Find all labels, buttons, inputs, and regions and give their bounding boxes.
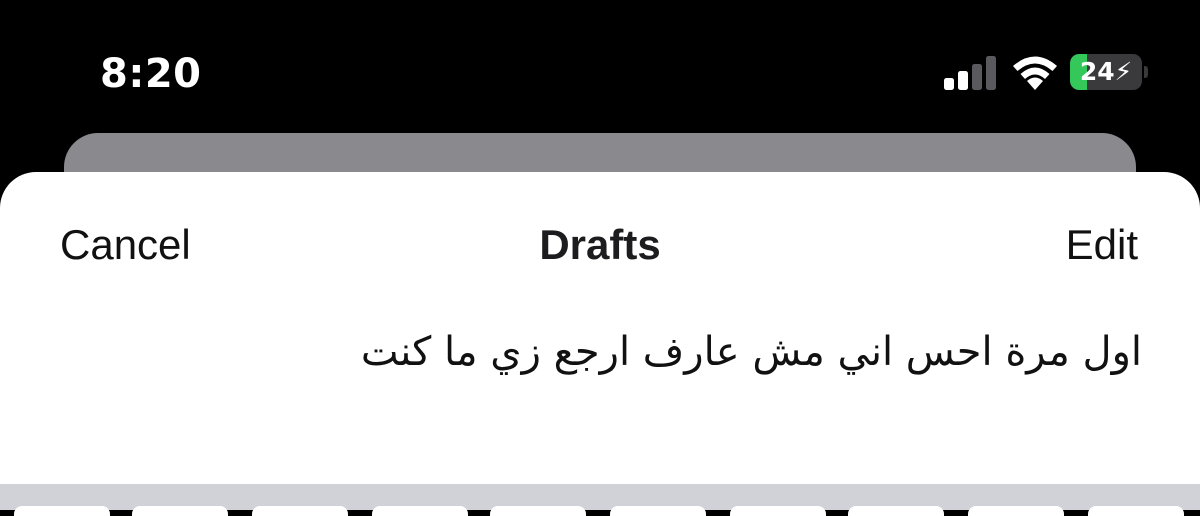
drafts-sheet: Cancel Drafts Edit اول مرة احس اني مش عا…: [0, 172, 1200, 484]
battery-level: 24⚡: [1079, 57, 1133, 86]
draft-item[interactable]: اول مرة احس اني مش عارف ارجع زي ما كنت: [60, 322, 1142, 392]
status-time: 8:20: [100, 51, 202, 97]
cancel-button[interactable]: Cancel: [60, 220, 191, 270]
battery-charging-icon: 24⚡: [1070, 54, 1150, 90]
keyboard-top-strip: [0, 484, 1200, 516]
draft-item-text: اول مرة احس اني مش عارف ارجع زي ما كنت: [360, 329, 1142, 375]
cellular-signal-icon: [944, 56, 996, 90]
edit-button[interactable]: Edit: [1066, 220, 1138, 270]
status-bar: 8:20 24⚡: [0, 0, 1200, 140]
wifi-icon: [1013, 56, 1057, 90]
